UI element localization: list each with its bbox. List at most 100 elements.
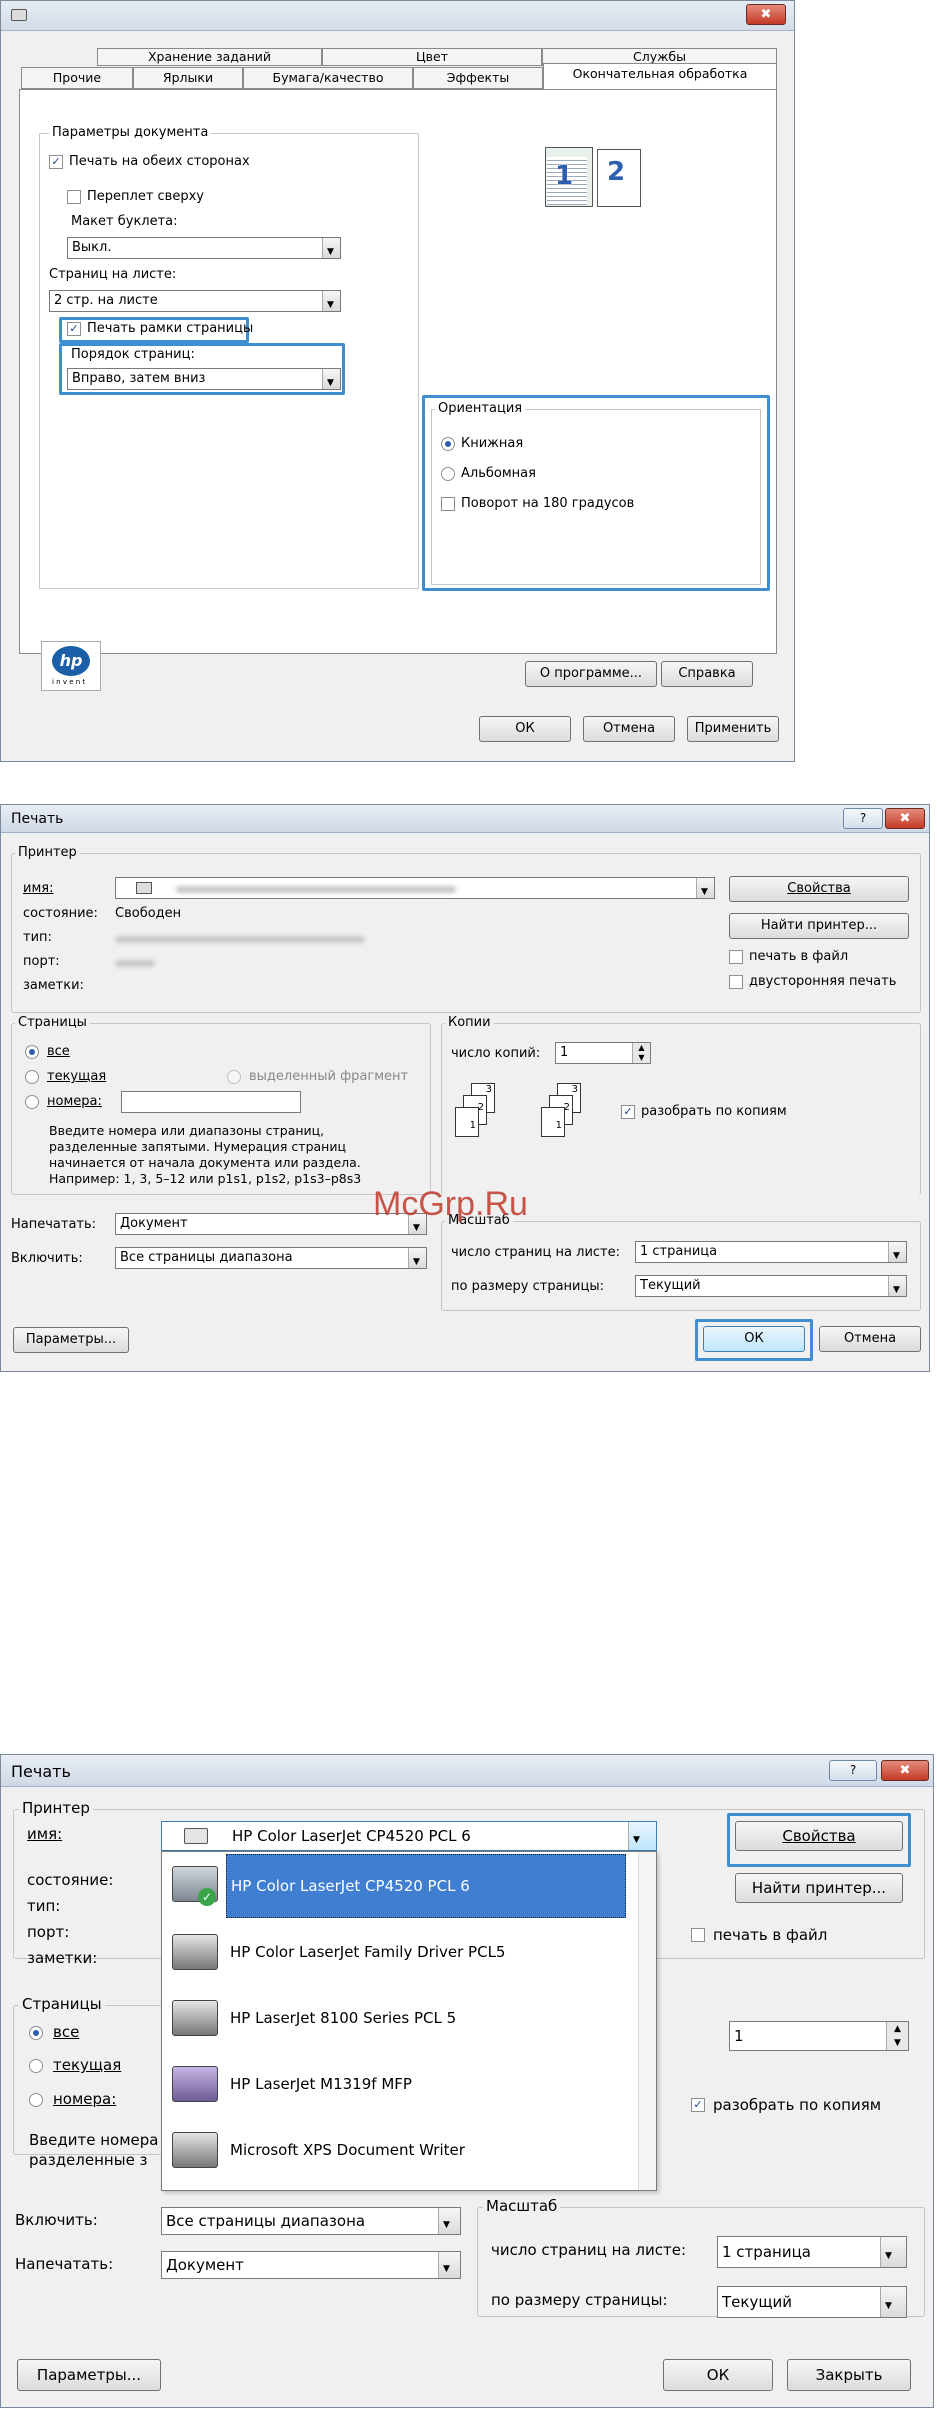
chevron-down-icon: [438, 2252, 460, 2278]
ok-button[interactable]: ОК: [703, 1326, 805, 1352]
current-label: текущая: [53, 2056, 122, 2074]
close-dialog-button[interactable]: Закрыть: [787, 2359, 911, 2391]
print-to-file-checkbox[interactable]: [691, 1928, 705, 1942]
rotate-checkbox[interactable]: [441, 497, 455, 511]
dropdown-item-3[interactable]: HP LaserJet M1319f MFP: [230, 2052, 630, 2116]
dropdown-item-2-label: HP LaserJet 8100 Series PCL 5: [230, 2009, 457, 2027]
options-button[interactable]: Параметры...: [17, 2359, 161, 2391]
ncopies-input[interactable]: 1 ▲ ▼: [729, 2021, 909, 2051]
pps-select[interactable]: 1 страница: [635, 1241, 907, 1263]
current-radio[interactable]: [29, 2059, 43, 2073]
tab-shortcuts[interactable]: Ярлыки: [133, 67, 243, 89]
landscape-label: Альбомная: [461, 466, 536, 481]
printer-icon-4: [172, 2132, 218, 2168]
dropdown-item-4[interactable]: Microsoft XPS Document Writer: [230, 2118, 630, 2182]
dropdown-item-2[interactable]: HP LaserJet 8100 Series PCL 5: [230, 1986, 630, 2050]
ok-button[interactable]: ОК: [479, 716, 571, 742]
duplex-checkbox[interactable]: ✓: [49, 155, 63, 169]
properties-button[interactable]: Свойства: [729, 876, 909, 902]
numbers-radio[interactable]: [29, 2093, 43, 2107]
order-select[interactable]: Вправо, затем вниз: [67, 368, 341, 390]
duplex-checkbox[interactable]: [729, 975, 743, 989]
preview-page-1: 1: [555, 161, 574, 191]
order-label: Порядок страниц:: [71, 347, 195, 362]
print-to-file-checkbox[interactable]: [729, 950, 743, 964]
include-value: Все страницы диапазона: [166, 2212, 366, 2230]
printer-icon-1: [172, 1934, 218, 1970]
tab-color[interactable]: Цвет: [322, 48, 542, 66]
numbers-input[interactable]: [121, 1091, 301, 1113]
duplex-label: двусторонняя печать: [749, 974, 897, 989]
pages-hint-1: Введите номера или диапазоны страниц,: [49, 1123, 325, 1138]
options-button[interactable]: Параметры...: [13, 1327, 129, 1353]
collate-label: разобрать по копиям: [713, 2096, 882, 2114]
include-select[interactable]: Все страницы диапазона: [161, 2207, 461, 2235]
all-radio[interactable]: [25, 1045, 39, 1059]
tab-paper-quality[interactable]: Бумага/качество: [243, 67, 413, 89]
flip-checkbox[interactable]: [67, 190, 81, 204]
pps-select[interactable]: 1 страница: [717, 2236, 907, 2268]
preview-page-2: 2: [607, 157, 626, 187]
find-printer-button[interactable]: Найти принтер...: [729, 913, 909, 939]
tab-job-storage[interactable]: Хранение заданий: [97, 48, 322, 66]
all-radio[interactable]: [29, 2026, 43, 2040]
print-what-label: Напечатать:: [15, 2255, 114, 2273]
properties-button[interactable]: Свойства: [735, 1821, 903, 1851]
zoom-group: [441, 1221, 921, 1311]
title-bar: [1, 1, 794, 31]
print-what-select[interactable]: Документ: [161, 2251, 461, 2279]
printer-select[interactable]: [115, 877, 715, 899]
tab-effects[interactable]: Эффекты: [413, 67, 543, 89]
selection-radio: [227, 1070, 241, 1084]
chevron-down-icon[interactable]: [628, 1822, 656, 1850]
print-dialog: Печать ? ✖ Принтер имя: состояние: Свобо…: [0, 804, 930, 1372]
numbers-label: номера:: [53, 2090, 117, 2108]
printer-icon: [184, 1828, 208, 1844]
find-printer-button[interactable]: Найти принтер...: [735, 1873, 903, 1903]
cancel-button[interactable]: Отмена: [583, 716, 675, 742]
landscape-radio[interactable]: [441, 467, 455, 481]
about-button[interactable]: О программе...: [525, 661, 657, 687]
copy-page-1: 1: [455, 1107, 479, 1137]
dropdown-item-0[interactable]: HP Color LaserJet CP4520 PCL 6: [226, 1854, 626, 1918]
close-button[interactable]: ✖: [881, 1760, 929, 1781]
pages-hint-2: разделенные запятыми. Нумерация страниц: [49, 1139, 346, 1154]
dropdown-item-1[interactable]: HP Color LaserJet Family Driver PCL5: [230, 1920, 630, 1984]
apply-button[interactable]: Применить: [687, 716, 779, 742]
portrait-radio[interactable]: [441, 437, 455, 451]
print-what-label: Напечатать:: [11, 1217, 97, 1232]
doc-params-label: Параметры документа: [49, 125, 212, 140]
include-select[interactable]: Все страницы диапазона: [115, 1247, 427, 1269]
collate-icon: 3 2 1 3 2 1: [451, 1083, 601, 1153]
numbers-radio[interactable]: [25, 1095, 39, 1109]
collate-checkbox[interactable]: ✓: [691, 2098, 705, 2112]
print-to-file-label: печать в файл: [749, 949, 849, 964]
dropdown-item-1-label: HP Color LaserJet Family Driver PCL5: [230, 1943, 506, 1961]
pps-select[interactable]: 2 стр. на листе: [49, 290, 341, 312]
port-label: порт:: [23, 954, 60, 969]
current-radio[interactable]: [25, 1070, 39, 1084]
printer-select[interactable]: HP Color LaserJet CP4520 PCL 6: [161, 1821, 657, 1851]
collate-checkbox[interactable]: ✓: [621, 1105, 635, 1119]
cancel-button[interactable]: Отмена: [819, 1326, 921, 1352]
pages-hint-1: Введите номера: [29, 2131, 159, 2149]
tab-finishing[interactable]: Окончательная обработка: [543, 63, 777, 89]
chevron-down-icon: [322, 238, 340, 258]
dropdown-item-4-label: Microsoft XPS Document Writer: [230, 2141, 465, 2159]
printer-label: Принтер: [15, 845, 80, 860]
booklet-select[interactable]: Выкл.: [67, 237, 341, 259]
ncopies-input[interactable]: 1 ▲ ▼: [555, 1042, 651, 1064]
help-icon-button[interactable]: ?: [829, 1760, 877, 1781]
tab-other[interactable]: Прочие: [21, 67, 133, 89]
ok-button[interactable]: ОК: [663, 2359, 773, 2391]
pps-value: 2 стр. на листе: [54, 293, 158, 308]
fit-select[interactable]: Текущий: [635, 1275, 907, 1297]
help-icon-button[interactable]: ?: [843, 808, 883, 829]
close-button[interactable]: ✖: [746, 4, 786, 25]
fit-select[interactable]: Текущий: [717, 2286, 907, 2318]
dropdown-scrollbar[interactable]: [638, 1852, 656, 2190]
borders-checkbox[interactable]: ✓: [67, 322, 81, 336]
ncopies-label: число копий:: [451, 1046, 541, 1061]
close-button[interactable]: ✖: [885, 808, 925, 829]
help-button[interactable]: Справка: [661, 661, 753, 687]
